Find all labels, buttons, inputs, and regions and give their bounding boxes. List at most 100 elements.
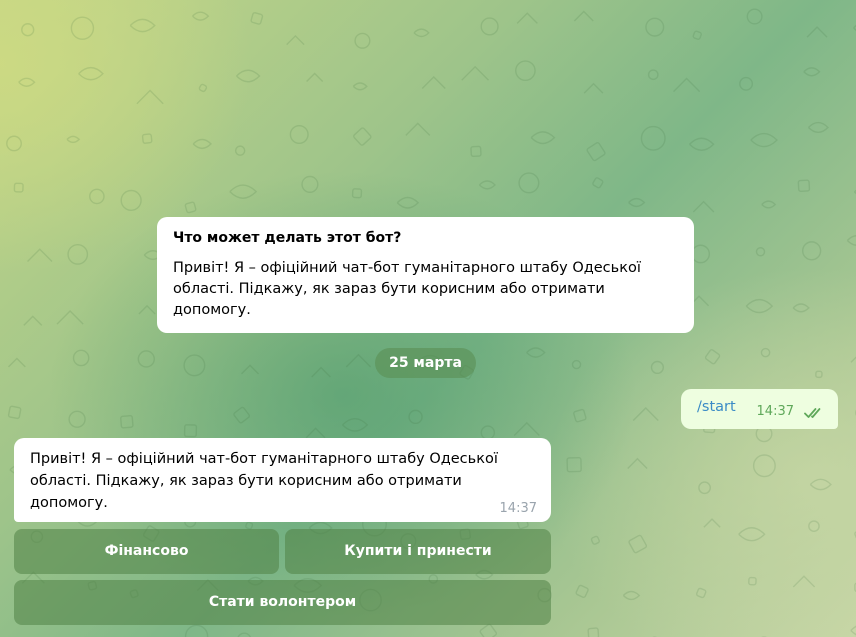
doodle-shape [647,69,659,81]
doodle-shape [846,235,856,246]
doodle-shape [850,356,856,363]
doodle-shape [622,590,641,601]
doodle-shape [66,135,81,144]
doodle-shape [755,247,766,257]
doodle-shape [396,196,420,209]
become-volunteer-button[interactable]: Стати волонтером [14,580,551,625]
doodle-shape [470,145,482,158]
bot-info-card: Что может делать этот бот? Привіт! Я – о… [157,217,694,333]
doodle-shape [183,424,198,438]
doodle-shape [480,17,499,36]
doodle-shape [345,353,372,368]
doodle-shape [7,357,26,368]
doodle-shape [286,34,305,46]
doodle-shape [236,69,261,83]
doodle-shape [815,370,823,379]
doodle-shape [752,454,776,478]
date-separator: 25 марта [375,348,476,378]
doodle-shape [807,121,829,134]
doodle-shape [192,11,210,21]
doodle-shape [850,625,856,636]
message-time: 14:37 [756,404,794,419]
doodle-shape [650,360,665,375]
finance-button[interactable]: Фінансово [14,529,279,574]
message-text: Привіт! Я – офіційний чат-бот гуманітарн… [30,451,498,511]
doodle-shape [745,298,774,314]
doodle-shape [311,366,331,378]
doodle-shape [518,172,540,194]
doodle-shape [797,179,811,192]
doodle-shape [233,406,250,424]
doodle-shape [141,133,153,144]
doodle-shape [7,405,22,420]
doodle-shape [6,135,22,152]
doodle-shape [590,535,600,545]
doodle-shape [573,408,587,423]
doodle-shape [761,200,777,209]
doodle-shape [526,347,546,358]
doodle-shape [421,76,446,90]
doodle-shape [808,520,820,532]
doodle-shape [809,478,832,491]
doodle-shape [748,576,757,586]
doodle-shape [136,89,164,105]
doodle-shape [760,347,771,358]
doodle-shape [72,349,90,367]
doodle-shape [628,534,648,554]
doodle-shape [138,304,156,315]
doodle-shape [573,10,594,22]
doodle-shape [27,248,53,262]
doodle-shape [515,60,536,82]
doodle-shape [583,82,604,94]
doodle-shape [691,244,711,264]
doodle-shape [746,8,763,25]
doodle-shape [137,350,155,368]
doodle-shape [78,66,104,81]
doodle-shape [23,315,43,326]
doodle-shape [68,410,86,428]
doodle-shape [354,32,371,49]
doodle-shape [120,189,142,212]
doodle-shape [803,67,821,77]
doodle-shape [405,122,431,136]
doodle-shape [229,184,258,199]
bot-info-description: Привіт! Я – офіційний чат-бот гуманітарн… [173,260,641,318]
doodle-shape [120,415,134,429]
doodle-shape [342,417,369,432]
doodle-shape [703,518,721,528]
doodle-shape [571,359,582,370]
doodle-shape [792,575,816,588]
doodle-shape [479,623,498,637]
doodle-shape [70,16,95,40]
doodle-shape [750,132,778,148]
doodle-shape [632,407,659,422]
command-link[interactable]: /start [697,399,736,415]
doodle-shape [198,83,208,93]
doodle-shape [566,456,582,473]
doodle-shape [413,28,430,38]
doodle-shape [18,77,36,87]
doodle-shape [698,481,711,495]
message-time: 14:37 [499,501,537,516]
bot-info-title: Что может делать этот бот? [173,230,402,246]
outgoing-message[interactable]: /start 14:37 [681,389,838,429]
doodle-shape [13,182,24,193]
doodle-shape [353,127,372,146]
doodle-shape [234,145,246,156]
doodle-shape [89,188,105,205]
doodle-shape [592,177,604,189]
doodle-shape [673,77,701,93]
doodle-shape [129,18,156,33]
doodle-shape [478,180,496,190]
doodle-shape [640,125,666,151]
buy-and-bring-button[interactable]: Купити і принести [285,529,551,574]
doodle-shape [704,349,721,365]
doodle-shape [237,632,252,637]
doodle-shape [586,142,606,162]
incoming-message[interactable]: Привіт! Я – офіційний чат-бот гуманітарн… [14,438,551,522]
doodle-shape [516,12,538,24]
doodle-shape [513,421,540,436]
doodle-shape [351,188,363,199]
doodle-shape [241,364,260,375]
doodle-shape [627,457,648,469]
